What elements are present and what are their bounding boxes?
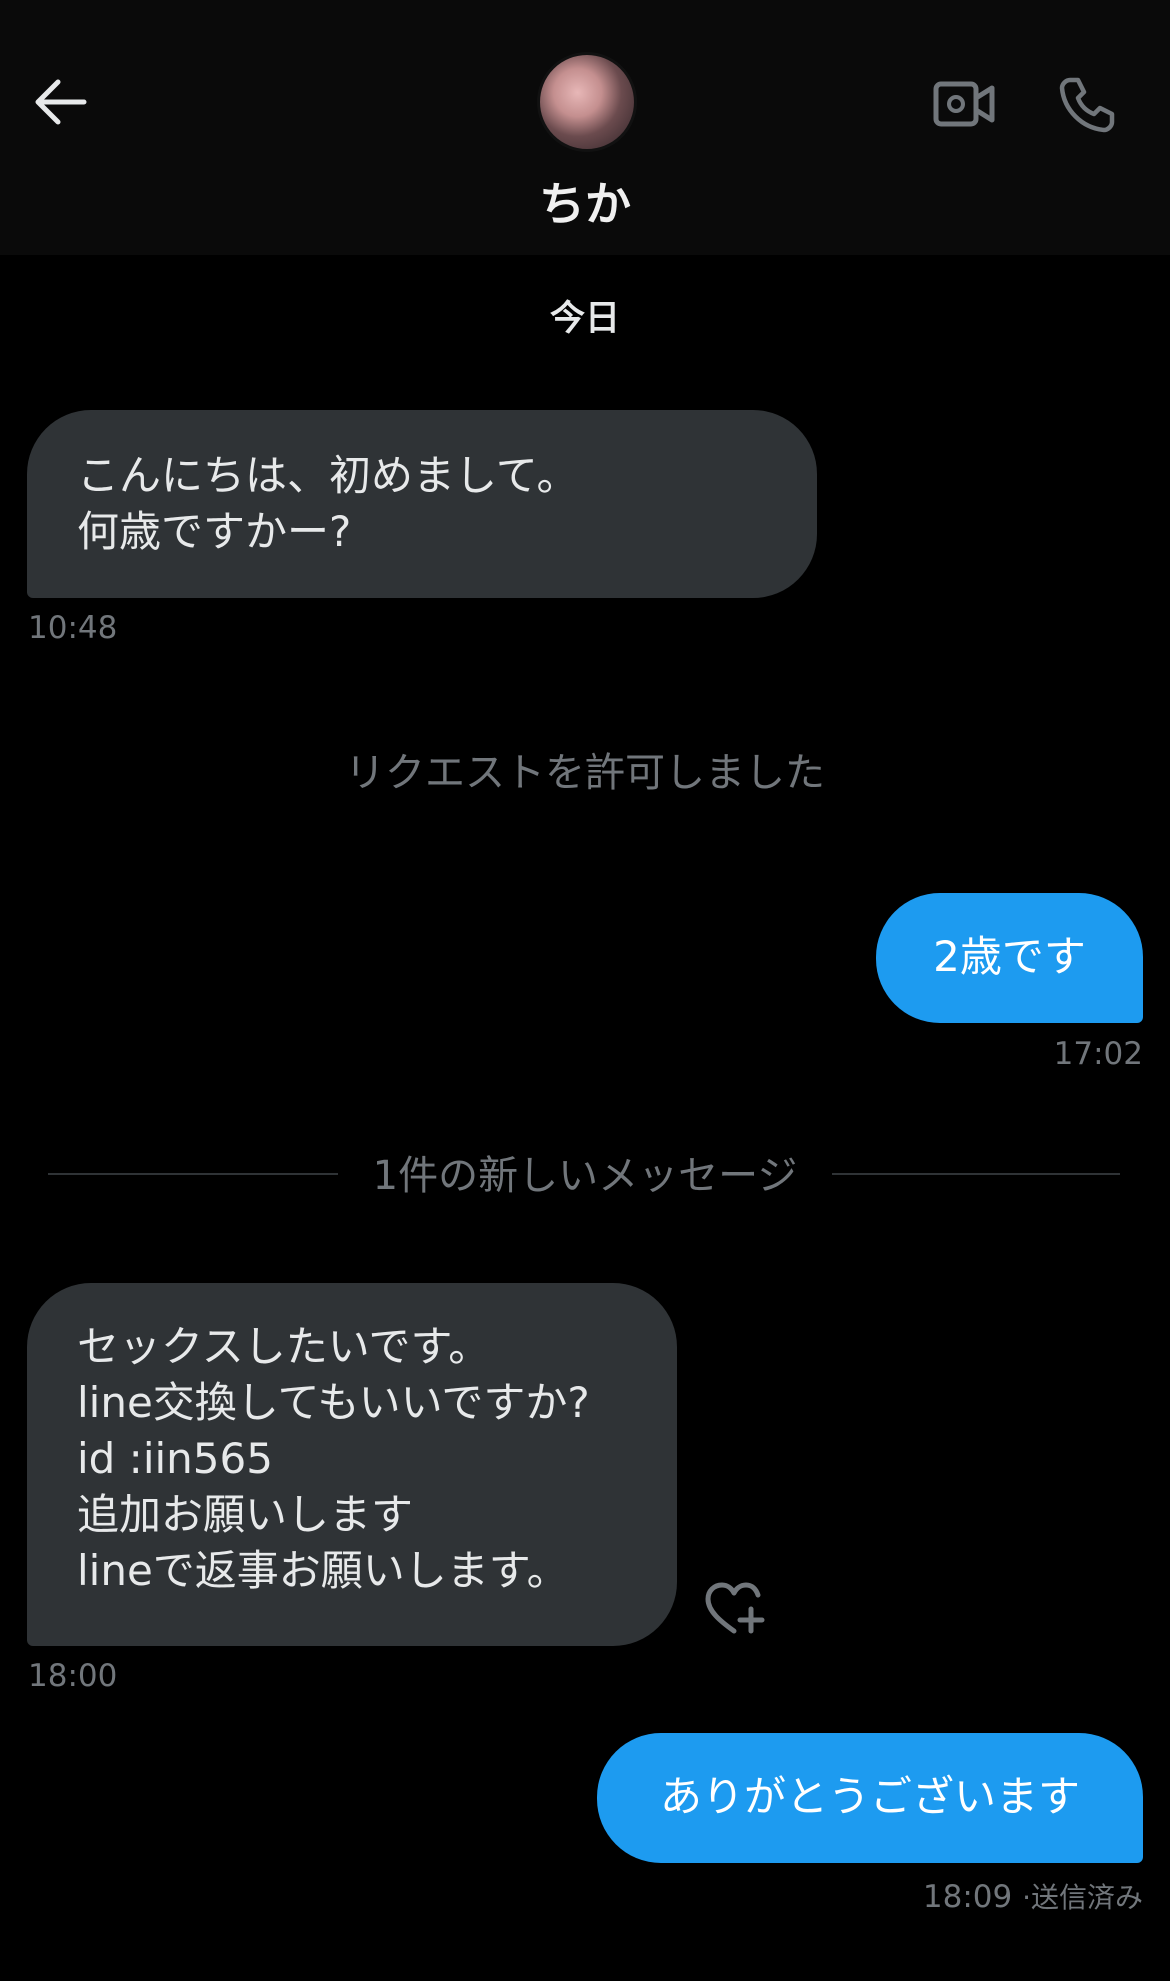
message-timestamp: 18:09: [922, 1879, 1013, 1915]
message-bubble-outgoing[interactable]: ありがとうございます: [597, 1733, 1143, 1863]
message-bubble-outgoing[interactable]: 2歳です: [876, 893, 1143, 1023]
message-bubble-incoming[interactable]: こんにちは、初めまして。 何歳ですかー?: [27, 410, 817, 598]
phone-icon: [1059, 77, 1115, 133]
message-timestamp: 18:00: [28, 1658, 118, 1694]
video-camera-icon: [933, 81, 995, 127]
divider-line-right: [832, 1173, 1120, 1175]
video-call-button[interactable]: [928, 68, 1000, 140]
new-messages-divider: 1件の新しいメッセージ: [372, 1153, 798, 1199]
conversation-header: ちか: [0, 0, 1170, 255]
delivery-status-label: 送信済み: [1030, 1881, 1143, 1914]
voice-call-button[interactable]: [1050, 68, 1122, 140]
day-separator: 今日: [549, 299, 620, 339]
message-timestamp: 10:48: [28, 610, 118, 646]
heart-plus-icon: [705, 1582, 765, 1634]
arrow-left-icon: [35, 79, 87, 125]
avatar[interactable]: [537, 52, 637, 152]
message-meta: 18:09 ·送信済み: [923, 1876, 1143, 1916]
delivery-status: ·送信済み: [1022, 1881, 1143, 1914]
message-timestamp: 17:02: [1053, 1036, 1143, 1072]
message-bubble-incoming[interactable]: セックスしたいです。 line交換してもいいですか? id :iin565 追加…: [27, 1283, 677, 1646]
add-reaction-button[interactable]: [700, 1578, 770, 1640]
request-accepted-note: リクエストを許可しました: [345, 750, 825, 796]
contact-name[interactable]: ちか: [0, 168, 1170, 234]
back-button[interactable]: [30, 72, 90, 132]
